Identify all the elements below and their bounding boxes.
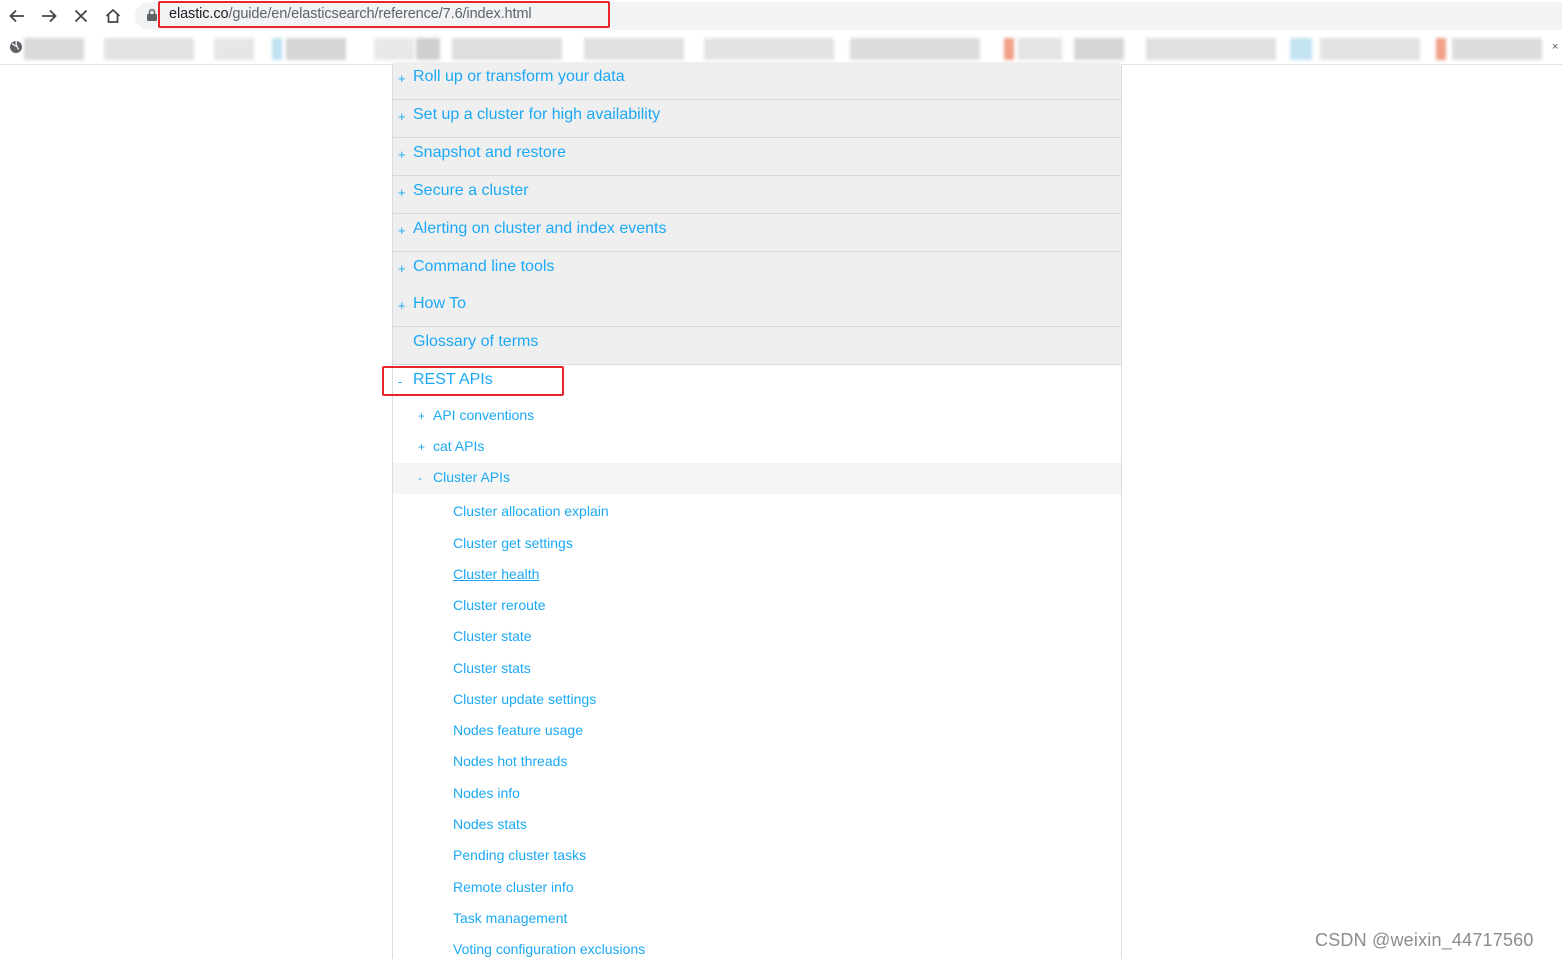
toc-link-cluster-stats[interactable]: Cluster stats [453,660,531,676]
toc-subitem-label[interactable]: Cluster APIs [433,469,510,485]
expand-icon[interactable]: + [398,71,406,86]
toc-link-nodes-stats[interactable]: Nodes stats [453,816,527,832]
close-icon [74,9,88,23]
toc-item-rollup[interactable]: + Roll up or transform your data [393,62,1121,100]
toc-item-label[interactable]: Set up a cluster for high availability [413,106,660,124]
toc-link-remote-cluster-info[interactable]: Remote cluster info [453,879,574,895]
toc-link-cluster-get-settings[interactable]: Cluster get settings [453,535,573,551]
blurred-bookmarks [24,38,1562,60]
expand-icon[interactable]: + [398,261,406,276]
rest-apis-highlight-annotation [382,366,564,396]
toc-item-snapshot[interactable]: + Snapshot and restore [393,138,1121,176]
toc-item-label[interactable]: Alerting on cluster and index events [413,220,666,238]
toc-item-label[interactable]: Snapshot and restore [413,144,566,162]
toc-subitem-label[interactable]: API conventions [433,407,534,423]
toc-item-label[interactable]: Roll up or transform your data [413,68,625,86]
toc-link-nodes-info[interactable]: Nodes info [453,785,520,801]
toc-item-command-line[interactable]: + Command line tools [393,252,1121,290]
toc-subitem-cat-apis[interactable]: + cat APIs [393,432,1121,463]
toc-item-alerting[interactable]: + Alerting on cluster and index events [393,214,1121,252]
toc-item-label[interactable]: Command line tools [413,258,554,276]
stop-loading-button[interactable] [68,4,94,28]
toc-link-pending-cluster-tasks[interactable]: Pending cluster tasks [453,847,586,863]
toc-subitem-cluster-apis[interactable]: - Cluster APIs [393,463,1121,494]
forward-button[interactable] [36,4,62,28]
toc-item-secure[interactable]: + Secure a cluster [393,176,1121,214]
collapse-icon[interactable]: - [418,471,422,485]
toc-link-voting-configuration-exclusions[interactable]: Voting configuration exclusions [453,941,645,957]
back-button[interactable] [4,4,30,28]
expand-icon[interactable]: + [398,109,406,124]
home-icon [105,8,121,23]
toc-item-how-to[interactable]: + How To [393,289,1121,327]
expand-icon[interactable]: + [398,298,406,313]
toc-item-label[interactable]: How To [413,295,466,313]
toc-link-cluster-reroute[interactable]: Cluster reroute [453,597,546,613]
expand-icon[interactable]: + [398,147,406,162]
toc-panel: + Roll up or transform your data + Set u… [382,62,1122,959]
arrow-right-icon [42,9,57,23]
toc-link-cluster-allocation-explain[interactable]: Cluster allocation explain [453,503,609,519]
toc-link-nodes-hot-threads[interactable]: Nodes hot threads [453,753,567,769]
expand-icon[interactable]: + [418,409,425,423]
bookmarks-close-icon[interactable]: × [1552,41,1558,53]
toc-subitem-label[interactable]: cat APIs [433,438,484,454]
toc-link-cluster-update-settings[interactable]: Cluster update settings [453,691,596,707]
arrow-left-icon [9,9,24,23]
expand-icon[interactable]: + [418,440,425,454]
expand-icon[interactable]: + [398,185,406,200]
globe-icon [10,40,22,53]
watermark: CSDN @weixin_44717560 [1315,930,1534,950]
home-button[interactable] [100,4,126,28]
toc-link-task-management[interactable]: Task management [453,910,567,926]
toc-subitem-api-conventions[interactable]: + API conventions [393,401,1121,432]
url-highlight-annotation [158,1,610,28]
browser-toolbar: elastic.co/guide/en/elasticsearch/refere… [0,0,1562,32]
toc-item-label[interactable]: Glossary of terms [413,333,538,351]
toc-item-high-availability[interactable]: + Set up a cluster for high availability [393,100,1121,138]
toc-item-rest-apis[interactable]: - REST APIs [382,365,1121,403]
toc-link-cluster-state[interactable]: Cluster state [453,628,532,644]
lock-icon [147,8,157,21]
toc-link-cluster-health[interactable]: Cluster health [453,566,539,582]
toc-item-glossary[interactable]: Glossary of terms [393,327,1121,365]
toc-item-label[interactable]: Secure a cluster [413,182,529,200]
expand-icon[interactable]: + [398,223,406,238]
toc-link-nodes-feature-usage[interactable]: Nodes feature usage [453,722,583,738]
